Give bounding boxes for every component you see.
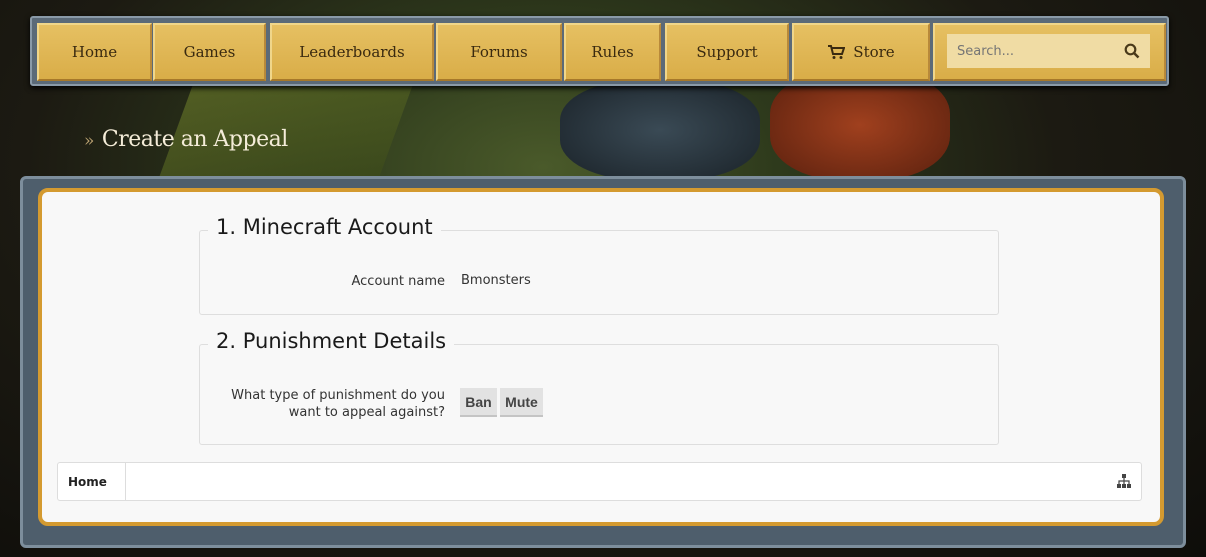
nav-games[interactable]: Games [153, 23, 266, 81]
nav-store[interactable]: Store [792, 23, 930, 81]
punishment-details-section: 2. Punishment Details What type of punis… [199, 329, 999, 445]
nav-leaderboards[interactable]: Leaderboards [270, 23, 434, 81]
nav-forums[interactable]: Forums [436, 23, 562, 81]
search-box [947, 34, 1150, 68]
section-legend: 2. Punishment Details [208, 329, 455, 353]
background-art [560, 80, 760, 180]
page-title: » Create an Appeal [84, 127, 288, 152]
label-line: What type of punishment do you [231, 388, 445, 403]
sitemap-icon[interactable] [1117, 474, 1131, 488]
search-input[interactable] [957, 43, 1107, 59]
nav-home[interactable]: Home [37, 23, 152, 81]
search-icon[interactable] [1124, 43, 1140, 59]
nav-support[interactable]: Support [665, 23, 789, 81]
nav-store-label: Store [853, 43, 895, 61]
main-nav: Home Games Leaderboards Forums Rules Sup… [30, 16, 1169, 86]
section-legend: 1. Minecraft Account [208, 215, 441, 239]
cart-icon [828, 45, 846, 59]
breadcrumb-home[interactable]: Home [58, 463, 126, 500]
nav-rules[interactable]: Rules [564, 23, 661, 81]
mute-button[interactable]: Mute [500, 388, 543, 417]
ban-button[interactable]: Ban [460, 388, 497, 417]
page-title-text: Create an Appeal [101, 127, 288, 152]
breadcrumb: Home [57, 462, 1142, 501]
account-name-label: Account name [351, 274, 446, 289]
account-name-value: Bmonsters [461, 273, 531, 288]
background-art [770, 70, 950, 180]
punishment-type-label: What type of punishment do you want to ap… [231, 387, 445, 421]
minecraft-account-section: 1. Minecraft Account Account name Bmonst… [199, 215, 999, 315]
label-line: want to appeal against? [288, 405, 445, 420]
